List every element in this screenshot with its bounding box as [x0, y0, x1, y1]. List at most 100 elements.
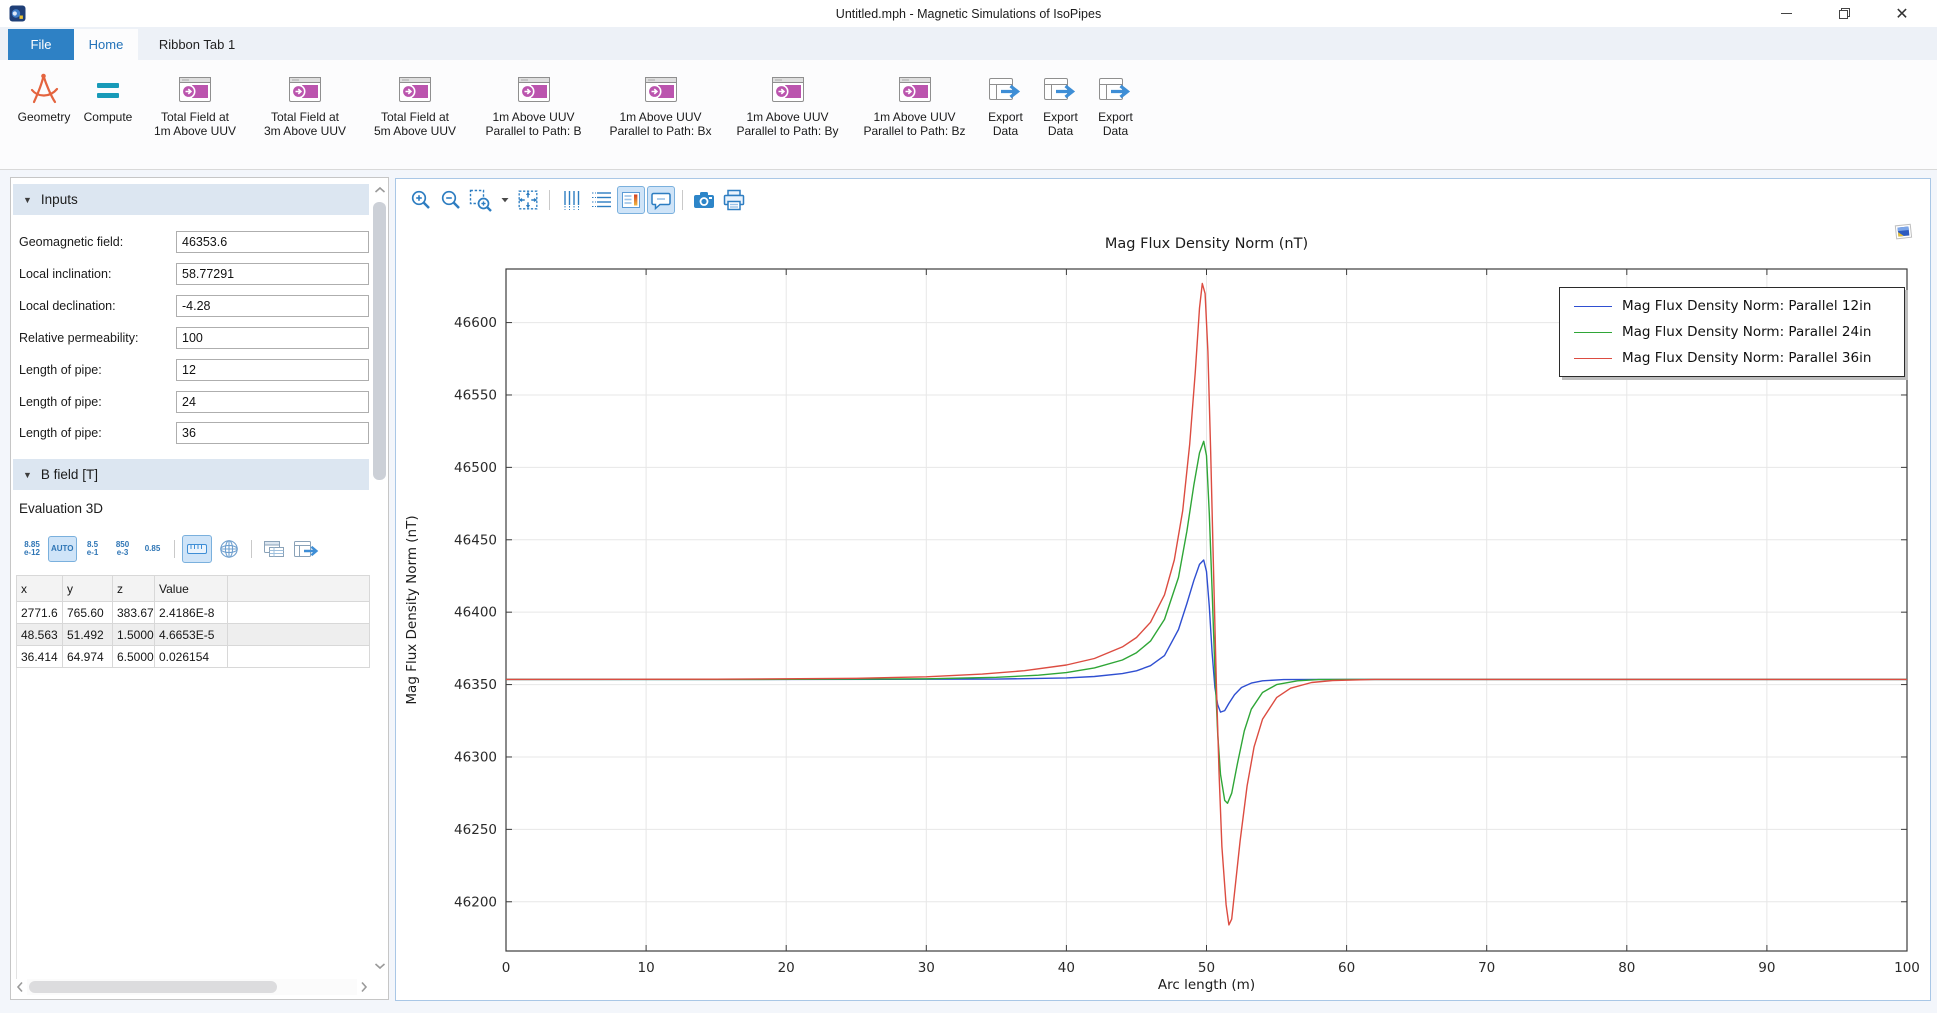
- ribbon-button-label: ExportData: [1043, 110, 1078, 138]
- ribbon-tab-bar: File Home Ribbon Tab 1: [0, 27, 1937, 60]
- field-local-declination-3[interactable]: [176, 295, 369, 317]
- scroll-down-button[interactable]: [371, 959, 388, 973]
- ribbon-button-export-data-1[interactable]: ExportData: [978, 66, 1033, 138]
- field-label-length-of-pipe: Length of pipe:: [19, 363, 102, 377]
- full-precision-button[interactable]: [182, 535, 212, 563]
- plot-window-icon: [177, 70, 213, 108]
- toolbar-separator: [682, 190, 683, 210]
- ribbon-button-label: 1m Above UUVParallel to Path: Bx: [609, 110, 711, 138]
- x-tick-label: 50: [1198, 960, 1215, 976]
- plot-window-icon: [770, 70, 806, 108]
- y-axis-grid-button[interactable]: [587, 186, 615, 214]
- table-row[interactable]: 48.56351.4921.50004.6653E-5: [17, 624, 370, 646]
- results-table: xyzValue2771.6765.60383.672.4186E-848.56…: [16, 575, 370, 668]
- zoom-out-button[interactable]: [437, 186, 465, 214]
- field-length-of-pipe-6[interactable]: [176, 391, 369, 413]
- ribbon-button-parallel-path-bz[interactable]: 1m Above UUVParallel to Path: Bz: [851, 66, 978, 138]
- legend-entry: Mag Flux Density Norm: Parallel 12in: [1560, 293, 1904, 319]
- table-row[interactable]: 2771.6765.60383.672.4186E-8: [17, 602, 370, 624]
- notation-decimal-button[interactable]: 0.85: [139, 536, 167, 562]
- y-tick-label: 46450: [454, 532, 497, 548]
- minimize-icon: [1781, 13, 1792, 14]
- image-snapshot-button[interactable]: [690, 186, 718, 214]
- ribbon-button-label: Total Field at5m Above UUV: [374, 110, 456, 138]
- export-table-button[interactable]: [291, 535, 321, 563]
- ribbon-button-export-data-2[interactable]: ExportData: [1033, 66, 1088, 138]
- ribbon-button-parallel-path-by[interactable]: 1m Above UUVParallel to Path: By: [724, 66, 851, 138]
- graphics-window: 0102030405060708090100462004625046300463…: [395, 178, 1931, 1001]
- plot-window-icon[interactable]: [1893, 221, 1915, 243]
- ribbon-button-label: ExportData: [1098, 110, 1133, 138]
- y-axis-label: Mag Flux Density Norm (nT): [404, 515, 420, 704]
- y-tick-label: 46350: [454, 677, 497, 693]
- zoom-extents-button[interactable]: [514, 186, 542, 214]
- field-geomagnetic-field-1[interactable]: [176, 231, 369, 253]
- table-row[interactable]: 36.41464.9746.50000.026154: [17, 646, 370, 668]
- export-data-icon: [1041, 70, 1081, 108]
- column-header-empty: [228, 576, 370, 602]
- print-button[interactable]: [720, 186, 748, 214]
- close-button[interactable]: ✕: [1879, 0, 1925, 27]
- zoom-in-button[interactable]: [407, 186, 435, 214]
- tab-file[interactable]: File: [8, 29, 74, 60]
- scroll-left-button[interactable]: [13, 980, 27, 994]
- zoom-box-dropdown-button[interactable]: [497, 186, 512, 214]
- ribbon-button-parallel-path-b[interactable]: 1m Above UUVParallel to Path: B: [470, 66, 597, 138]
- restore-button[interactable]: [1821, 0, 1867, 27]
- ribbon-button-parallel-path-bx[interactable]: 1m Above UUVParallel to Path: Bx: [597, 66, 724, 138]
- notation-engineering-button[interactable]: 8.5e-1: [79, 536, 107, 562]
- chevron-right-icon: [360, 981, 368, 993]
- plot-tooltips-button[interactable]: [647, 186, 675, 214]
- copy-table-button[interactable]: [259, 535, 289, 563]
- ribbon-button-label: ExportData: [988, 110, 1023, 138]
- vertical-scrollbar-thumb[interactable]: [373, 202, 386, 480]
- plot-window-icon: [897, 70, 933, 108]
- table-cell: 0.026154: [155, 646, 228, 668]
- y-tick-label: 46600: [454, 315, 497, 331]
- field-length-of-pipe-7[interactable]: [176, 422, 369, 444]
- inputs-section-title: Inputs: [41, 192, 78, 207]
- ribbon-button-total-field-3m[interactable]: Total Field at3m Above UUV: [250, 66, 360, 138]
- notation-compact-button[interactable]: 850e-3: [109, 536, 137, 562]
- horizontal-scrollbar-thumb[interactable]: [29, 981, 277, 993]
- table-cell: 1.5000: [113, 624, 155, 646]
- notation-scientific-button[interactable]: 8.85e-12: [18, 536, 46, 562]
- display-units-button[interactable]: [214, 535, 244, 563]
- window-title: Untitled.mph - Magnetic Simulations of I…: [0, 0, 1937, 27]
- collapse-triangle-icon: ▼: [23, 470, 32, 480]
- y-tick-label: 46500: [454, 460, 497, 476]
- x-tick-label: 40: [1058, 960, 1075, 976]
- minimize-button[interactable]: [1763, 0, 1809, 27]
- plot-window-icon: [643, 70, 679, 108]
- tab-home[interactable]: Home: [74, 29, 138, 60]
- plot-window-icon: [397, 70, 433, 108]
- export-data-icon: [1096, 70, 1136, 108]
- x-tick-label: 60: [1338, 960, 1355, 976]
- column-header-Value: Value: [155, 576, 228, 602]
- show-legends-button[interactable]: [617, 186, 645, 214]
- evaluation-3d-label: Evaluation 3D: [19, 501, 103, 516]
- ribbon-button-geometry[interactable]: Geometry: [12, 66, 76, 124]
- field-length-of-pipe-5[interactable]: [176, 359, 369, 381]
- ribbon-button-total-field-1m[interactable]: Total Field at1m Above UUV: [140, 66, 250, 138]
- notation-automatic-button[interactable]: AUTO: [48, 536, 77, 562]
- x-axis-grid-button[interactable]: [557, 186, 585, 214]
- ribbon: GeometryComputeTotal Field at1m Above UU…: [0, 60, 1937, 170]
- scroll-up-button[interactable]: [371, 183, 388, 197]
- field-local-inclination-2[interactable]: [176, 263, 369, 285]
- field-label-length-of-pipe: Length of pipe:: [19, 426, 102, 440]
- field-relative-permeability-4[interactable]: [176, 327, 369, 349]
- tab-ribbon-tab-1[interactable]: Ribbon Tab 1: [138, 29, 256, 60]
- bfield-section-header[interactable]: ▼ B field [T]: [13, 459, 369, 490]
- ribbon-button-total-field-5m[interactable]: Total Field at5m Above UUV: [360, 66, 470, 138]
- legend-label: Mag Flux Density Norm: Parallel 12in: [1622, 298, 1871, 314]
- table-cell: [228, 646, 370, 668]
- ribbon-button-compute[interactable]: Compute: [76, 66, 140, 124]
- ribbon-button-export-data-3[interactable]: ExportData: [1088, 66, 1143, 138]
- ribbon-button-label: 1m Above UUVParallel to Path: By: [736, 110, 838, 138]
- plot-window-icon: [516, 70, 552, 108]
- zoom-box-button[interactable]: [467, 186, 495, 214]
- collapse-triangle-icon: ▼: [23, 195, 32, 205]
- inputs-section-header[interactable]: ▼ Inputs: [13, 184, 369, 215]
- scroll-right-button[interactable]: [357, 980, 371, 994]
